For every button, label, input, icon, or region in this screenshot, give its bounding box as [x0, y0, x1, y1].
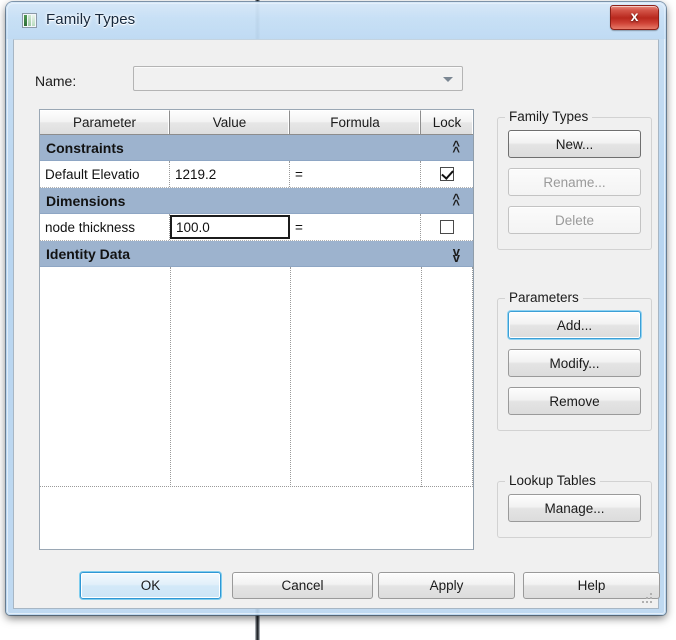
- cell-value-editing[interactable]: 100.0: [170, 215, 290, 239]
- parameters-legend: Parameters: [505, 290, 583, 305]
- name-combobox[interactable]: [133, 66, 463, 91]
- column-header-value[interactable]: Value: [170, 110, 290, 135]
- table-group-row[interactable]: Constraints ^ ^: [40, 135, 473, 161]
- table-group-row[interactable]: Dimensions ^ ^: [40, 188, 473, 214]
- dialog-footer: OK Cancel Apply Help: [80, 572, 660, 599]
- remove-parameter-button[interactable]: Remove: [508, 387, 641, 415]
- cell-formula[interactable]: =: [290, 161, 421, 187]
- lock-checkbox[interactable]: [440, 167, 454, 181]
- name-label: Name:: [35, 73, 77, 89]
- chevron-down-icon[interactable]: vv: [453, 245, 460, 265]
- table-empty-area[interactable]: [40, 267, 473, 487]
- cell-formula[interactable]: =: [290, 214, 421, 240]
- column-header-formula[interactable]: Formula: [290, 110, 421, 135]
- cancel-button[interactable]: Cancel: [232, 572, 373, 599]
- apply-button[interactable]: Apply: [378, 572, 515, 599]
- help-button[interactable]: Help: [523, 572, 660, 599]
- parameters-table[interactable]: Parameter Value Formula Lock Constraints…: [39, 109, 474, 550]
- add-parameter-button[interactable]: Add...: [508, 311, 641, 339]
- cell-lock[interactable]: [421, 161, 473, 187]
- resize-grip[interactable]: [642, 593, 654, 605]
- close-icon[interactable]: x: [610, 5, 659, 30]
- cell-parameter[interactable]: node thickness: [40, 214, 170, 240]
- delete-type-button: Delete: [508, 206, 641, 234]
- table-row[interactable]: node thickness 100.0 =: [40, 214, 473, 241]
- family-types-dialog: Family Types x Name: Parameter Value For…: [6, 2, 666, 615]
- dialog-title: Family Types: [46, 11, 136, 28]
- family-types-legend: Family Types: [505, 109, 593, 124]
- table-group-row[interactable]: Identity Data vv: [40, 241, 473, 267]
- column-header-lock[interactable]: Lock: [421, 110, 473, 135]
- cell-parameter[interactable]: Default Elevatio: [40, 161, 170, 187]
- dialog-client-area: Name: Parameter Value Formula Lock Const…: [13, 39, 660, 609]
- dialog-titlebar[interactable]: Family Types x: [6, 2, 666, 39]
- family-types-panel: Family Types New... Rename... Delete: [497, 109, 652, 250]
- family-types-icon: [22, 13, 37, 28]
- ok-button[interactable]: OK: [80, 572, 221, 599]
- chevron-up-icon[interactable]: ^ ^: [452, 192, 460, 212]
- chevron-up-icon[interactable]: ^ ^: [452, 139, 460, 159]
- lookup-tables-panel: Lookup Tables Manage...: [497, 473, 652, 538]
- modify-parameter-button[interactable]: Modify...: [508, 349, 641, 377]
- manage-lookup-tables-button[interactable]: Manage...: [508, 494, 641, 522]
- rename-type-button: Rename...: [508, 168, 641, 196]
- lookup-tables-legend: Lookup Tables: [505, 473, 600, 488]
- new-type-button[interactable]: New...: [508, 130, 641, 158]
- group-label: Identity Data: [46, 245, 131, 262]
- cell-value[interactable]: 1219.2: [170, 161, 290, 187]
- group-label: Dimensions: [46, 192, 126, 209]
- group-label: Constraints: [46, 139, 124, 156]
- table-row[interactable]: Default Elevatio 1219.2 =: [40, 161, 473, 188]
- cell-lock[interactable]: [421, 214, 473, 240]
- table-header-row: Parameter Value Formula Lock: [40, 110, 473, 135]
- column-header-parameter[interactable]: Parameter: [40, 110, 170, 135]
- parameters-panel: Parameters Add... Modify... Remove: [497, 290, 652, 431]
- lock-checkbox[interactable]: [440, 220, 454, 234]
- chevron-down-icon[interactable]: [443, 77, 453, 82]
